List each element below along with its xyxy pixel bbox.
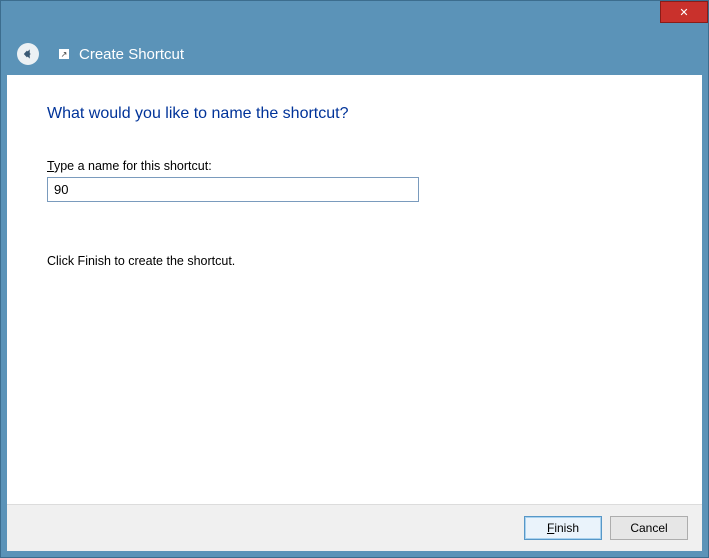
shortcut-icon: ↗ <box>59 49 69 59</box>
content-area: What would you like to name the shortcut… <box>7 75 702 551</box>
titlebar: ✕ <box>7 7 702 33</box>
cancel-button[interactable]: Cancel <box>610 516 688 540</box>
arrow-left-icon <box>21 47 35 61</box>
wizard-title: Create Shortcut <box>79 46 184 63</box>
close-button[interactable]: ✕ <box>660 1 708 23</box>
shortcut-name-input[interactable] <box>47 177 419 202</box>
finish-button[interactable]: Finish <box>524 516 602 540</box>
main-content: What would you like to name the shortcut… <box>7 75 702 504</box>
button-bar: Finish Cancel <box>7 504 702 551</box>
helper-text: Click Finish to create the shortcut. <box>47 254 662 268</box>
close-icon: ✕ <box>679 6 688 19</box>
header-row: ↗ Create Shortcut <box>7 33 702 75</box>
back-button[interactable] <box>17 43 39 65</box>
wizard-window: ✕ ↗ Create Shortcut What would you like … <box>0 0 709 558</box>
instruction-heading: What would you like to name the shortcut… <box>47 105 662 123</box>
shortcut-name-label: Type a name for this shortcut: <box>47 159 662 173</box>
